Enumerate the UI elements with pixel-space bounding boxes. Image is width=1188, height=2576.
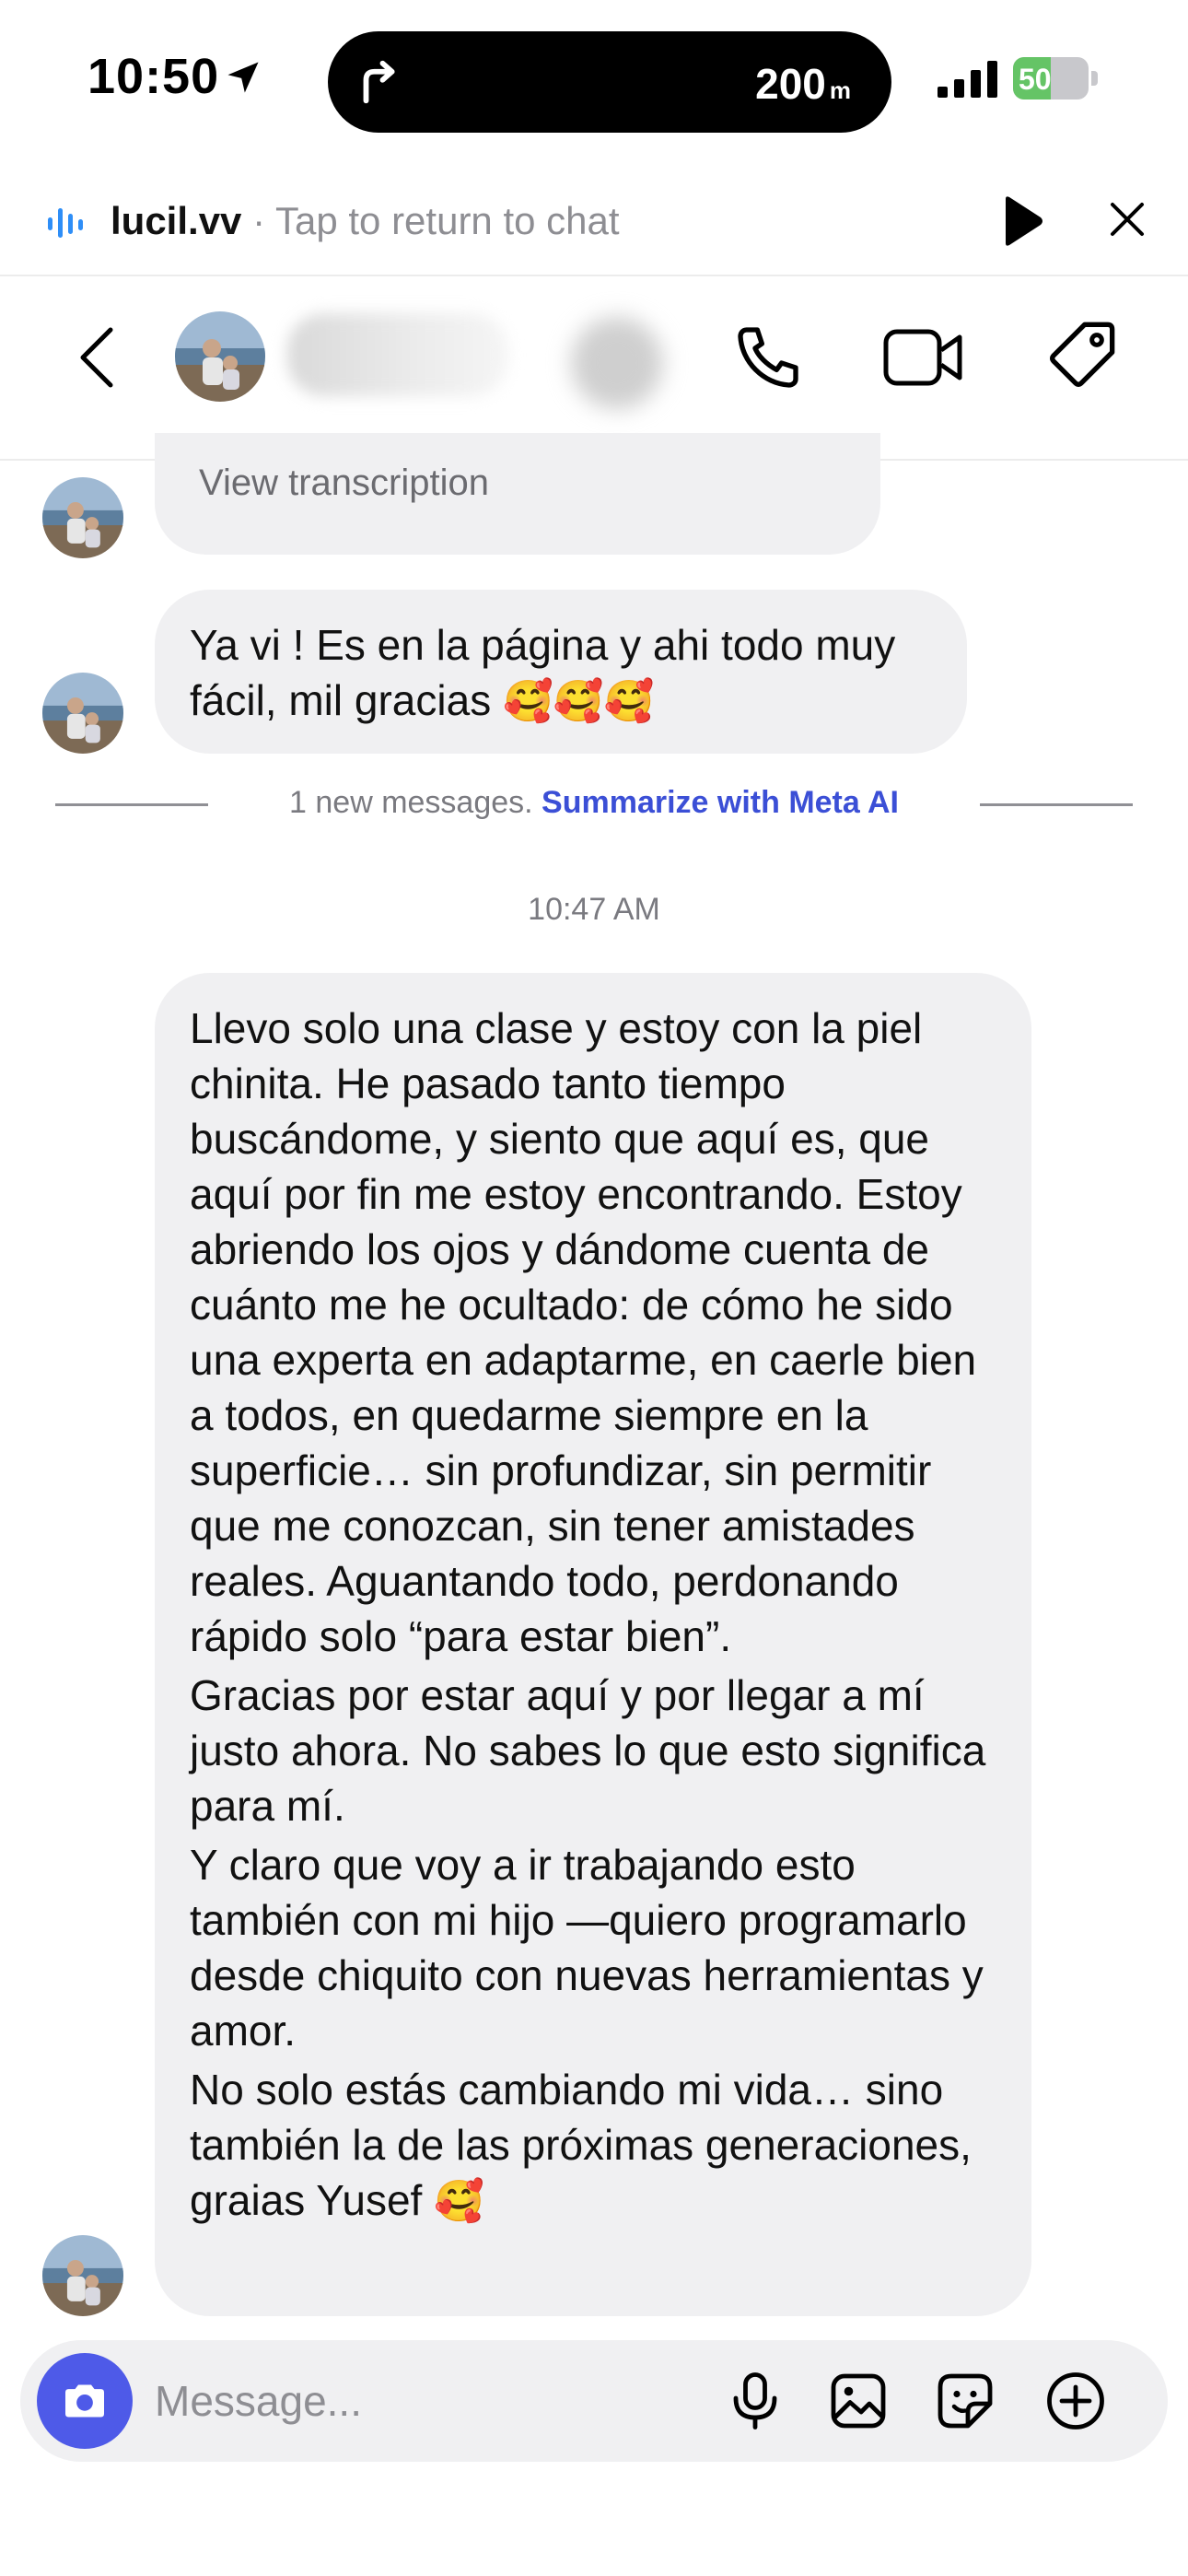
banner-username: lucil.vv xyxy=(111,199,242,242)
camera-button[interactable] xyxy=(37,2353,133,2449)
message-input[interactable] xyxy=(155,2373,615,2429)
close-icon[interactable] xyxy=(1107,199,1147,240)
redacted-blur xyxy=(571,317,663,409)
message-paragraph: No solo estás cambiando mi vida… sino ta… xyxy=(190,2066,972,2224)
banner-text: lucil.vv · Tap to return to chat xyxy=(111,199,620,242)
emoji: 🥰 xyxy=(434,2179,484,2224)
turn-right-icon xyxy=(363,60,395,104)
microphone-icon[interactable] xyxy=(722,2368,788,2434)
message-text: Ya vi ! Es en la página y ahi todo muy f… xyxy=(190,621,896,724)
divider xyxy=(55,803,208,806)
location-arrow-icon xyxy=(227,62,259,93)
play-icon[interactable] xyxy=(998,193,1046,249)
message-bubble[interactable]: Ya vi ! Es en la página y ahi todo muy f… xyxy=(155,590,967,754)
audio-wave-icon xyxy=(48,208,83,238)
message-timestamp: 10:47 AM xyxy=(528,892,660,927)
contact-avatar[interactable] xyxy=(175,311,265,402)
return-to-call-banner[interactable]: lucil.vv · Tap to return to chat xyxy=(0,175,1188,276)
tag-icon[interactable] xyxy=(1046,317,1120,391)
contact-name-redacted xyxy=(287,313,508,396)
status-time: 10:50 xyxy=(87,49,220,104)
video-call-icon[interactable] xyxy=(882,322,965,392)
sender-avatar[interactable] xyxy=(42,477,123,558)
add-icon[interactable] xyxy=(1042,2368,1109,2434)
view-transcription-link[interactable]: View transcription xyxy=(199,463,489,504)
message-paragraph: Gracias por estar aquí y por llegar a mí… xyxy=(190,1671,986,1830)
message-bubble[interactable]: Llevo solo una clase y estoy con la piel… xyxy=(155,973,1031,2316)
divider xyxy=(980,803,1133,806)
camera-icon xyxy=(65,2384,104,2418)
emoji: 🥰🥰🥰 xyxy=(502,679,655,724)
phone-call-icon[interactable] xyxy=(731,321,805,394)
banner-message: Tap to return to chat xyxy=(274,199,620,242)
dynamic-island[interactable]: 200 m xyxy=(328,31,891,133)
voice-message-bubble[interactable]: View transcription xyxy=(155,433,880,555)
navigation-distance: 200 m xyxy=(755,60,851,108)
new-messages-notice: 1 new messages. Summarize with Meta AI xyxy=(289,785,899,820)
message-composer xyxy=(20,2340,1168,2462)
message-paragraph: Llevo solo una clase y estoy con la piel… xyxy=(190,1004,977,1660)
battery-indicator: 50 xyxy=(1013,57,1098,100)
back-chevron-icon[interactable] xyxy=(74,324,122,391)
sender-avatar[interactable] xyxy=(42,673,123,754)
gallery-icon[interactable] xyxy=(825,2368,891,2434)
battery-percent: 50 xyxy=(1019,63,1052,96)
status-bar: 10:50 200 m 50 xyxy=(0,0,1188,166)
cellular-signal-icon xyxy=(938,61,997,98)
summarize-meta-ai-link[interactable]: Summarize with Meta AI xyxy=(542,785,899,820)
sticker-icon[interactable] xyxy=(932,2368,998,2434)
message-text: Llevo solo una clase y estoy con la piel… xyxy=(190,1001,1009,2233)
sender-avatar[interactable] xyxy=(42,2235,123,2316)
message-paragraph: Y claro que voy a ir trabajando esto tam… xyxy=(190,1841,984,2055)
